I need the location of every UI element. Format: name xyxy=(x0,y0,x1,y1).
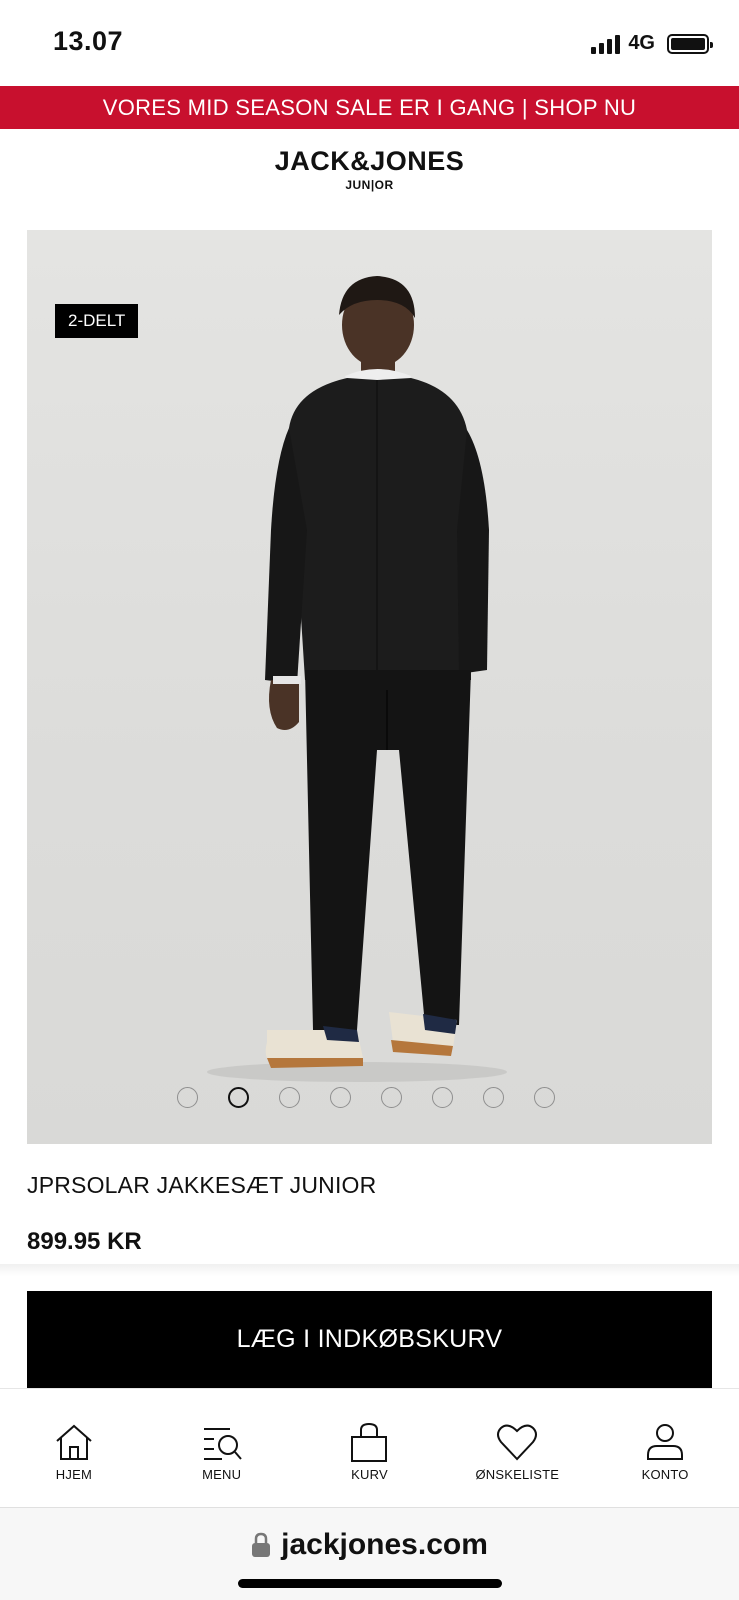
carousel-dot[interactable] xyxy=(176,1087,198,1108)
url-text: jackjones.com xyxy=(281,1528,488,1561)
home-icon xyxy=(56,1424,92,1460)
add-to-cart-button[interactable]: LÆG I INDKØBSKURV xyxy=(27,1291,712,1388)
user-icon xyxy=(647,1424,684,1460)
add-to-cart-label: LÆG I INDKØBSKURV xyxy=(236,1325,503,1353)
product-photo xyxy=(207,276,507,1082)
status-bar: 13.07 4G xyxy=(0,0,739,86)
carousel-dot[interactable] xyxy=(278,1087,300,1108)
nav-item-home[interactable]: HJEM xyxy=(0,1389,148,1507)
nav-label-account: KONTO xyxy=(641,1467,689,1482)
menu-search-icon xyxy=(203,1428,242,1460)
product-badge: 2-DELT xyxy=(55,304,139,338)
bag-icon xyxy=(351,1422,388,1462)
status-time: 13.07 xyxy=(53,26,124,56)
nav-label-cart: KURV xyxy=(351,1467,388,1482)
promo-banner-text: VORES MID SEASON SALE ER I GANG | SHOP N… xyxy=(102,94,637,120)
carousel-dot[interactable] xyxy=(227,1087,249,1108)
url-display[interactable]: jackjones.com xyxy=(0,1528,739,1562)
home-indicator[interactable] xyxy=(238,1579,502,1588)
divider xyxy=(0,1264,739,1276)
nav-item-account[interactable]: KONTO xyxy=(591,1389,739,1507)
carousel-dots xyxy=(27,1087,712,1108)
nav-label-wishlist: ØNSKELISTE xyxy=(475,1467,560,1482)
product-price: 899.95 KR xyxy=(27,1228,142,1255)
carousel-dot[interactable] xyxy=(380,1087,402,1108)
carousel-dot[interactable] xyxy=(533,1087,555,1108)
bottom-navigation: HJEM MENU KURV ØNSKELISTE KONTO xyxy=(0,1388,739,1508)
nav-label-home: HJEM xyxy=(55,1467,92,1482)
carousel-dot[interactable] xyxy=(482,1087,504,1108)
brand-logo-main: JACK&JONES xyxy=(274,146,465,176)
battery-icon xyxy=(667,33,713,54)
lock-icon xyxy=(251,1532,271,1558)
nav-item-wishlist[interactable]: ØNSKELISTE xyxy=(443,1389,591,1507)
product-title: JPRSOLAR JAKKESÆT JUNIOR xyxy=(27,1172,377,1198)
carousel-dot[interactable] xyxy=(329,1087,351,1108)
heart-icon xyxy=(497,1424,538,1461)
signal-icon xyxy=(591,34,621,54)
brand-logo[interactable]: JACK&JONES JUN|OR xyxy=(0,146,739,192)
product-image-carousel[interactable]: 2-DELT xyxy=(27,230,712,1144)
promo-banner[interactable]: VORES MID SEASON SALE ER I GANG | SHOP N… xyxy=(0,86,739,129)
carousel-dot[interactable] xyxy=(431,1087,453,1108)
nav-item-cart[interactable]: KURV xyxy=(296,1389,444,1507)
nav-item-menu[interactable]: MENU xyxy=(148,1389,296,1507)
network-type: 4G xyxy=(628,32,655,54)
nav-label-menu: MENU xyxy=(202,1467,242,1482)
brand-logo-sub: JUN|OR xyxy=(345,178,394,192)
status-indicators: 4G xyxy=(591,32,713,55)
